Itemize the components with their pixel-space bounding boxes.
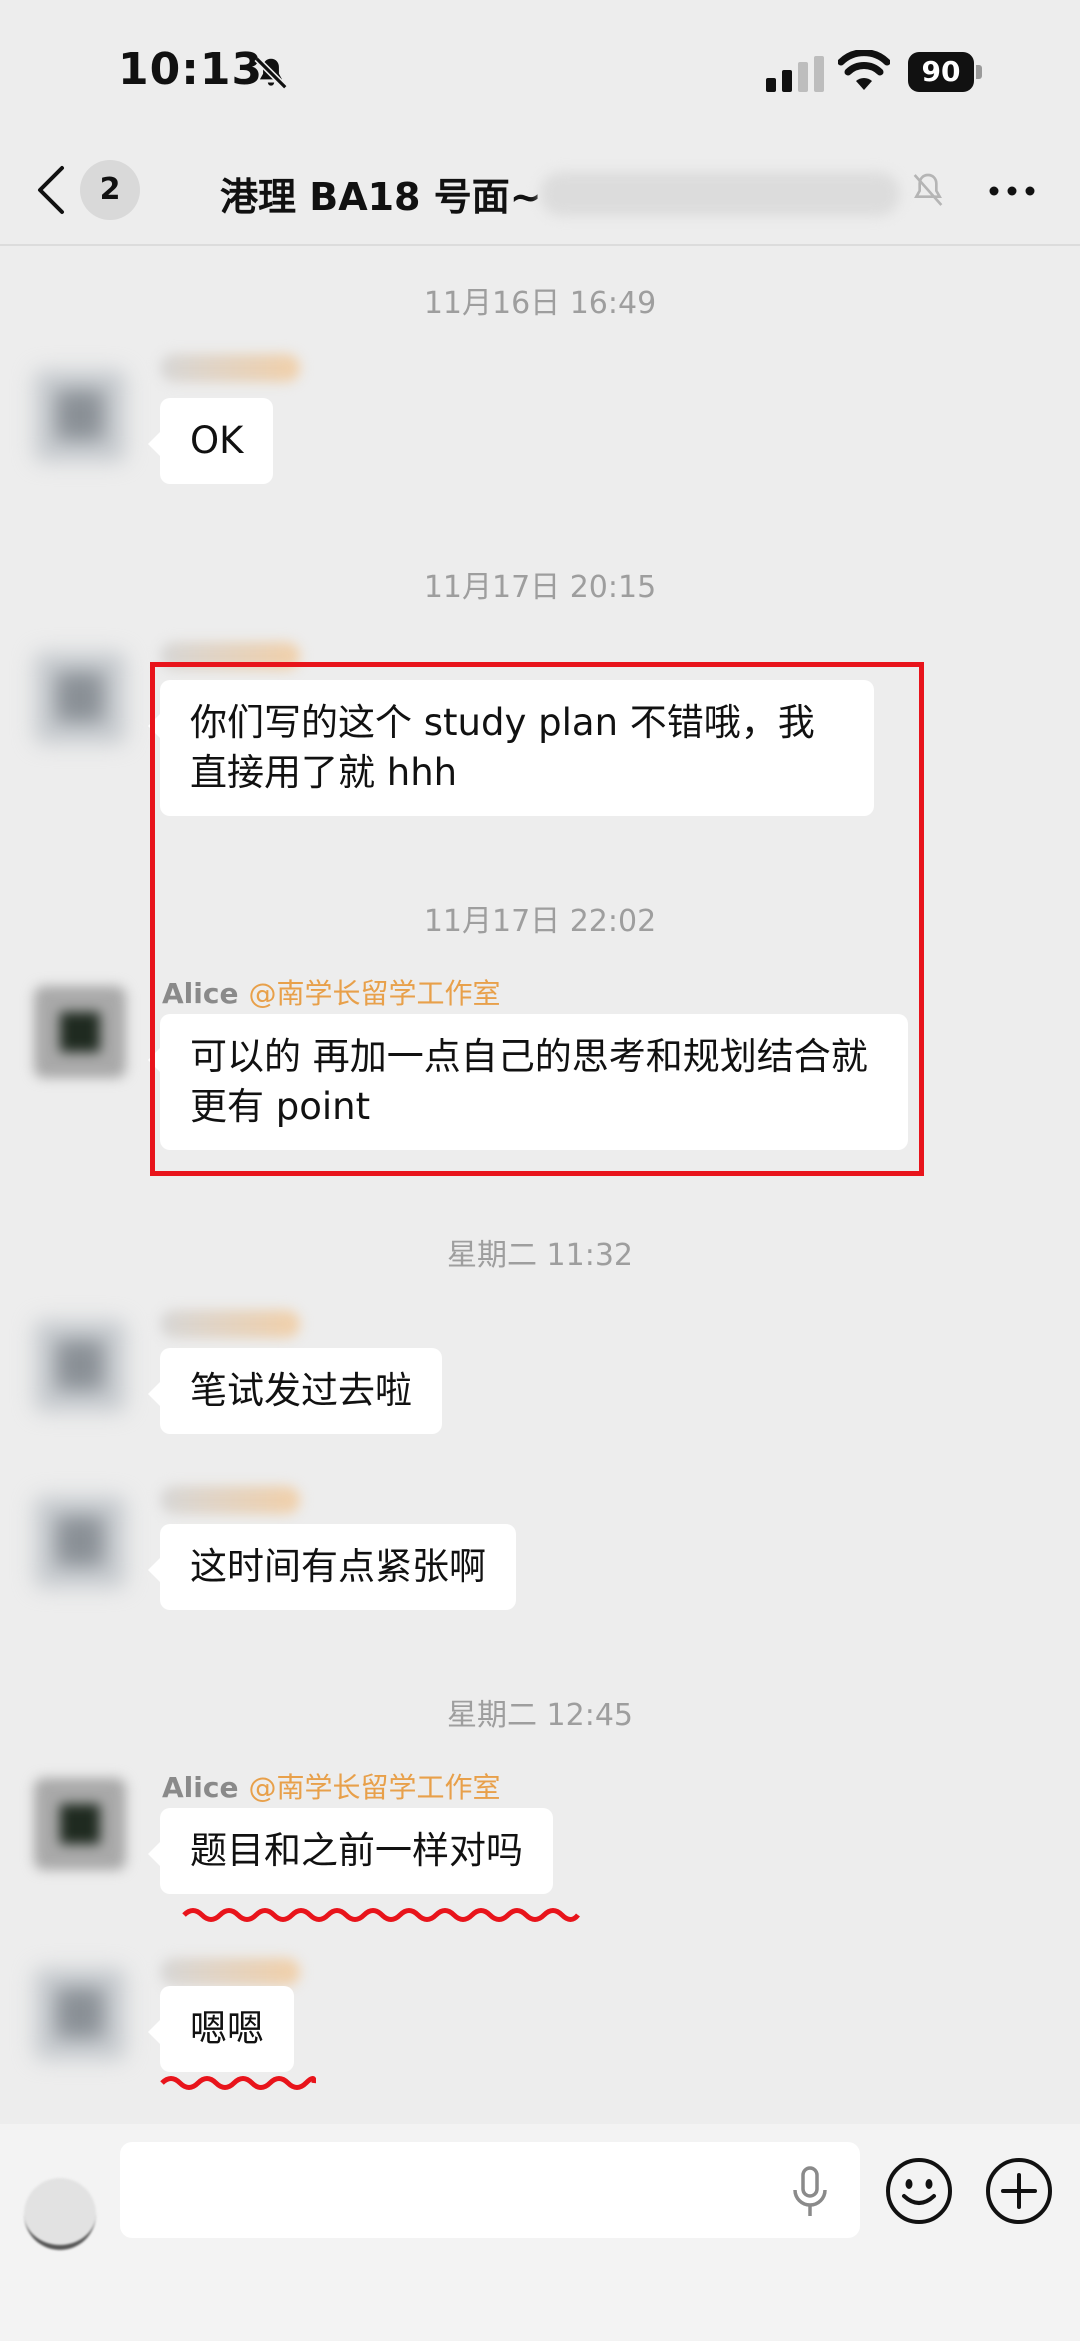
- sender-name-blurred: [160, 354, 300, 382]
- status-bar: 10:13 90: [0, 0, 1080, 140]
- more-icon[interactable]: [988, 176, 1036, 206]
- sender-label: Alice @南学长留学工作室: [162, 1766, 500, 1806]
- wifi-icon: [838, 50, 890, 90]
- mic-icon[interactable]: [790, 2166, 830, 2218]
- back-icon[interactable]: [36, 164, 66, 216]
- timestamp: 11月16日 16:49: [423, 286, 657, 321]
- timestamp: 星期二 12:45: [447, 1698, 633, 1733]
- emoji-icon[interactable]: [884, 2156, 954, 2226]
- sender-name-blurred: [160, 1958, 300, 1986]
- avatar[interactable]: [34, 1320, 126, 1412]
- sender-name-blurred: [160, 1310, 300, 1338]
- avatar[interactable]: [34, 1778, 126, 1870]
- bell-off-icon: [254, 56, 288, 90]
- battery-level: 90: [908, 52, 974, 92]
- blurred-title-extension: [540, 172, 900, 216]
- wavy-underline: [160, 2076, 316, 2090]
- highlight-box: [150, 662, 924, 1176]
- unread-count-badge[interactable]: 2: [80, 160, 140, 220]
- timestamp: 11月17日 20:15: [423, 570, 657, 605]
- avatar[interactable]: [34, 652, 126, 744]
- timestamp: 星期二 11:32: [447, 1238, 633, 1273]
- message-bubble[interactable]: 笔试发过去啦: [148, 1348, 442, 1434]
- battery-icon: 90: [908, 52, 984, 92]
- message-bubble[interactable]: 题目和之前一样对吗: [148, 1808, 553, 1894]
- mute-icon: [913, 173, 943, 206]
- input-bar: [0, 2124, 1080, 2341]
- sender-name-blurred: [160, 1486, 300, 1514]
- battery-tip: [976, 65, 982, 79]
- chat-header: 2 港理 BA18 号面~: [0, 140, 1080, 246]
- message-bubble[interactable]: OK: [147, 398, 274, 484]
- avatar[interactable]: [34, 986, 126, 1078]
- sender-name: Alice: [162, 1771, 239, 1804]
- signal-icon: [766, 56, 824, 92]
- avatar[interactable]: [34, 370, 126, 462]
- avatar[interactable]: [34, 1496, 126, 1588]
- chat-title[interactable]: 港理 BA18 号面~: [220, 166, 542, 221]
- status-time: 10:13: [118, 44, 264, 95]
- message-input[interactable]: [120, 2142, 860, 2238]
- avatar[interactable]: [34, 1968, 126, 2060]
- plus-icon[interactable]: [984, 2156, 1054, 2226]
- message-bubble[interactable]: 嗯嗯: [148, 1986, 294, 2072]
- wavy-underline: [182, 1908, 580, 1922]
- sender-tag: @南学长留学工作室: [248, 1771, 501, 1804]
- user-avatar[interactable]: [24, 2178, 96, 2250]
- message-bubble[interactable]: 这时间有点紧张啊: [148, 1524, 516, 1610]
